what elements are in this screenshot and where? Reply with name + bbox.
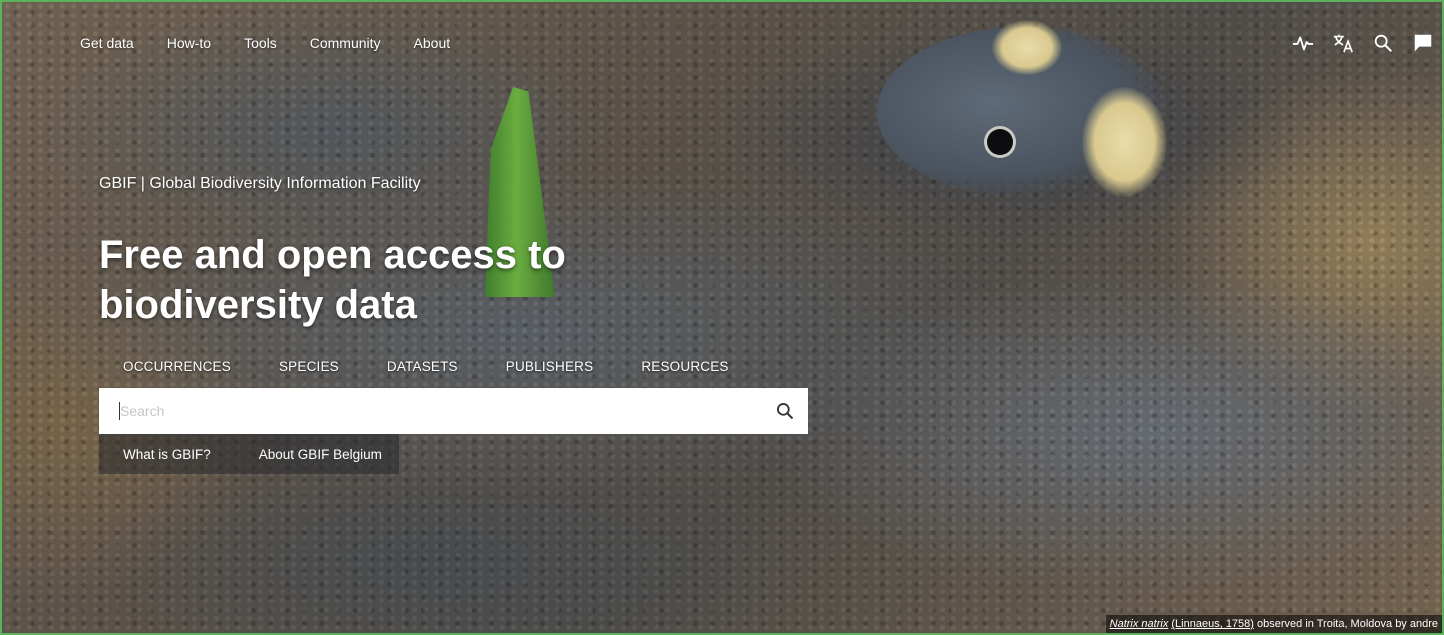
- tab-species[interactable]: SPECIES: [255, 350, 363, 386]
- search-type-tabs: OCCURRENCES SPECIES DATASETS PUBLISHERS …: [99, 350, 753, 386]
- search-icon[interactable]: [1372, 32, 1394, 54]
- search-box: [99, 388, 808, 434]
- header-icon-bar: [1292, 32, 1434, 54]
- quick-links: What is GBIF? About GBIF Belgium: [99, 434, 399, 474]
- hero-headline-line: Free and open access to: [99, 233, 566, 277]
- tab-resources[interactable]: RESOURCES: [617, 350, 752, 386]
- tab-occurrences[interactable]: OCCURRENCES: [99, 350, 255, 386]
- search-input[interactable]: [99, 388, 762, 434]
- snake-eye-photo-detail: [987, 129, 1013, 155]
- nav-item-how-to[interactable]: How-to: [167, 35, 211, 51]
- credit-species-link[interactable]: Natrix natrix: [1110, 618, 1169, 630]
- link-what-is-gbif[interactable]: What is GBIF?: [99, 447, 235, 462]
- credit-text: observed in Troita, Moldova by andre: [1253, 618, 1438, 630]
- credit-authority-link[interactable]: (Linnaeus, 1758): [1171, 618, 1254, 630]
- pulse-icon[interactable]: [1292, 32, 1314, 54]
- page-frame: Get data How-to Tools Community About GB…: [0, 0, 1444, 635]
- nav-item-tools[interactable]: Tools: [244, 35, 277, 51]
- snake-collar-photo-detail: [1082, 87, 1167, 197]
- tab-datasets[interactable]: DATASETS: [363, 350, 482, 386]
- search-icon: [777, 403, 794, 420]
- tab-publishers[interactable]: PUBLISHERS: [482, 350, 618, 386]
- translate-icon[interactable]: [1332, 32, 1354, 54]
- photo-credit: Natrix natrix (Linnaeus, 1758) observed …: [1105, 615, 1442, 633]
- nav-item-community[interactable]: Community: [310, 35, 381, 51]
- link-about-gbif-belgium[interactable]: About GBIF Belgium: [235, 447, 406, 462]
- text-cursor: [119, 402, 120, 420]
- snake-collar-photo-detail: [992, 20, 1062, 75]
- search-button[interactable]: [762, 388, 808, 434]
- site-name: GBIF | Global Biodiversity Information F…: [99, 175, 421, 192]
- hero-headline: Free and open access to biodiversity dat…: [99, 230, 719, 330]
- nav-item-get-data[interactable]: Get data: [80, 35, 134, 51]
- nav-item-about[interactable]: About: [414, 35, 451, 51]
- feedback-icon[interactable]: [1412, 32, 1434, 54]
- hero-headline-line: biodiversity data: [99, 283, 417, 327]
- top-navigation: Get data How-to Tools Community About: [80, 35, 483, 51]
